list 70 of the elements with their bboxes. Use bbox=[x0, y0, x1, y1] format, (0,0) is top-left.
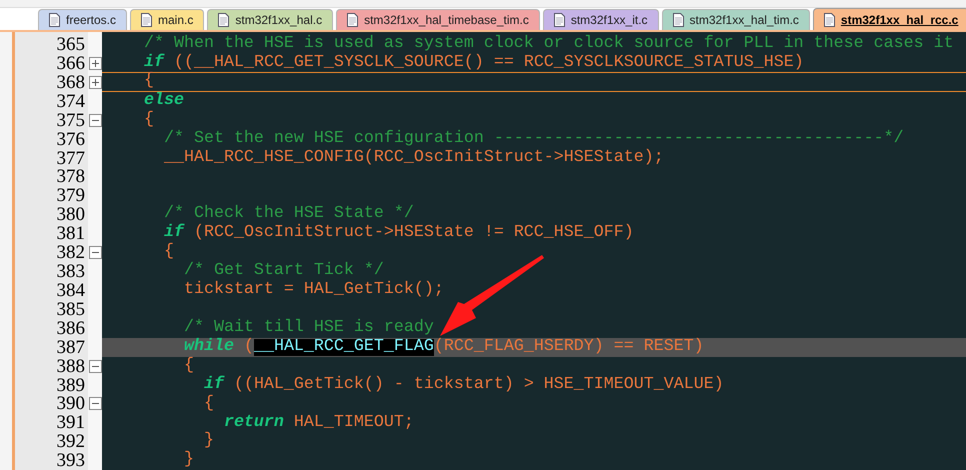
fold-collapse-icon[interactable] bbox=[88, 246, 102, 260]
code-text: HAL_TIMEOUT; bbox=[292, 414, 414, 432]
line-number: 381 bbox=[56, 224, 86, 244]
line-number: 384 bbox=[56, 280, 86, 300]
code-keyword: while bbox=[182, 338, 234, 356]
line-number: 382 bbox=[56, 243, 86, 262]
code-comment: /* Wait till HSE is ready bbox=[182, 320, 434, 337]
line-number: 365 bbox=[56, 34, 86, 54]
line-number: 376 bbox=[56, 130, 86, 149]
code-comment: /* When the HSE is used as system clock or clock source for PLL in these cases it bbox=[142, 36, 954, 53]
code-text: { bbox=[202, 396, 214, 412]
line-number: 390 bbox=[56, 394, 86, 414]
fold-collapse-icon[interactable] bbox=[88, 397, 102, 410]
file-tab[interactable]: main.c bbox=[130, 9, 204, 30]
line-number: 386 bbox=[56, 318, 86, 338]
code-text: (RCC_OscInitStruct->HSEState != RCC_HSE_OFF) bbox=[192, 225, 634, 242]
file-tab[interactable]: stm32f1xx_hal.c bbox=[207, 9, 334, 30]
document-icon bbox=[49, 13, 60, 27]
line-number: 380 bbox=[56, 205, 86, 224]
file-tab[interactable]: stm32f1xx_it.c bbox=[542, 9, 659, 30]
line-number: 368 bbox=[56, 72, 86, 92]
document-icon bbox=[824, 12, 835, 26]
document-icon bbox=[347, 13, 358, 27]
document-icon bbox=[218, 13, 230, 27]
code-text: ((__HAL_RCC_GET_SYSCLK_SOURCE() == RCC_SYSCLKSOURCE_STATUS_HSE) bbox=[172, 54, 804, 72]
code-comment: /* Get Start Tick */ bbox=[182, 263, 384, 280]
code-text: ((HAL_GetTick() - tickstart) > HSE_TIMEOUT_VALUE) bbox=[232, 376, 724, 394]
code-text: { bbox=[142, 73, 154, 90]
code-text: { bbox=[162, 244, 174, 261]
code-keyword: if bbox=[202, 376, 224, 394]
file-tab[interactable]: stm32f1xx_hal_rcc.c bbox=[812, 8, 966, 30]
document-icon bbox=[141, 13, 152, 27]
selected-text: __HAL_RCC_GET_FLAG bbox=[254, 338, 434, 356]
code-keyword: if bbox=[142, 54, 164, 72]
line-number: 387 bbox=[56, 338, 86, 357]
fold-collapse-icon[interactable] bbox=[88, 360, 102, 373]
line-number: 377 bbox=[56, 148, 86, 168]
code-comment: /* Set the new HSE configuration ---------------------------------------*/ bbox=[162, 130, 904, 148]
file-tab[interactable]: freertos.c bbox=[38, 9, 128, 30]
line-number: 378 bbox=[56, 167, 86, 186]
line-number: 388 bbox=[56, 356, 86, 376]
code-text: { bbox=[182, 358, 194, 374]
code-text: ( bbox=[242, 338, 254, 356]
code-keyword: return bbox=[222, 414, 284, 432]
code-text: (RCC_FLAG_HSERDY) == RESET) bbox=[434, 338, 704, 356]
line-number: 389 bbox=[56, 376, 86, 395]
code-text: tickstart = HAL_GetTick(); bbox=[182, 282, 444, 299]
line-number: 366 bbox=[56, 54, 86, 73]
line-number: 391 bbox=[56, 413, 86, 432]
document-icon bbox=[672, 13, 684, 27]
code-comment: /* Check the HSE State */ bbox=[162, 206, 414, 224]
line-number: 392 bbox=[56, 432, 86, 452]
fold-collapse-icon[interactable] bbox=[88, 114, 102, 127]
code-text: } bbox=[182, 452, 194, 470]
document-icon bbox=[554, 13, 565, 27]
file-tab[interactable]: stm32f1xx_hal_timebase_tim.c bbox=[336, 9, 540, 30]
code-keyword: else bbox=[142, 92, 184, 110]
line-number: 385 bbox=[56, 300, 86, 319]
code-text: __HAL_RCC_HSE_CONFIG(RCC_OscInitStruct->HSEState); bbox=[162, 150, 664, 166]
line-number: 383 bbox=[56, 262, 86, 282]
code-keyword: if bbox=[162, 225, 184, 242]
fold-expand-icon[interactable] bbox=[88, 76, 102, 89]
code-text: } bbox=[202, 433, 214, 450]
code-text: { bbox=[142, 112, 154, 128]
line-number: 379 bbox=[56, 186, 86, 206]
line-number: 374 bbox=[56, 92, 86, 111]
fold-expand-icon[interactable] bbox=[88, 56, 102, 70]
line-number: 393 bbox=[56, 451, 86, 470]
line-number: 375 bbox=[56, 110, 86, 130]
file-tab[interactable]: stm32f1xx_hal_tim.c bbox=[662, 9, 810, 30]
